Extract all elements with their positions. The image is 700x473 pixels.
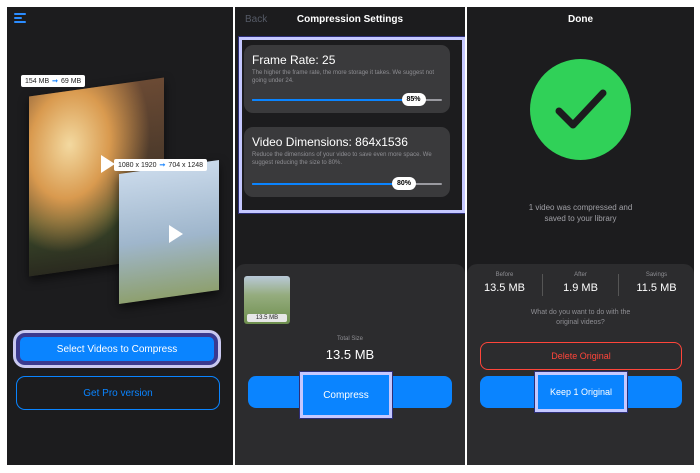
dimensions-card: Video Dimensions: 864x1536 Reduce the di…	[244, 127, 450, 197]
intro-screen: 154 MB ➞ 69 MB 1080 x 1920 ➞ 704 x 1248 …	[7, 7, 233, 465]
success-badge	[530, 59, 631, 160]
original-question: What do you want to do with the original…	[467, 308, 694, 328]
checkmark-icon	[555, 89, 606, 128]
dimension-before: 1080 x 1920	[118, 161, 157, 169]
total-size-value: 13.5 MB	[325, 347, 375, 362]
stat-label: Before	[495, 272, 514, 278]
done-screen: Done 1 video was compressed and saved to…	[467, 7, 694, 465]
page-title: Done	[568, 14, 593, 25]
compress-button[interactable]: Compress	[299, 371, 393, 419]
success-message: 1 video was compressed and saved to your…	[467, 202, 694, 224]
stat-savings: Savings 11.5 MB	[619, 272, 694, 300]
thumbnail-size: 13.5 MB	[247, 314, 287, 322]
stats-row: Before 13.5 MB After 1.9 MB Savings 11.5…	[467, 272, 694, 300]
total-size-label: Total Size	[336, 336, 363, 342]
frame-rate-desc: The higher the frame rate, the more stor…	[252, 70, 434, 84]
get-pro-button[interactable]: Get Pro version	[16, 376, 220, 410]
dimensions-title: Video Dimensions: 864x1536	[252, 135, 408, 149]
nav-bar: Back Compression Settings	[235, 12, 465, 30]
frame-rate-knob[interactable]: 85%	[401, 93, 426, 106]
frame-rate-slider[interactable]: 85%	[252, 93, 442, 106]
nav-bar: Done	[467, 12, 694, 30]
stat-label: Savings	[645, 272, 668, 278]
arrow-right-icon: ➞	[159, 162, 166, 169]
select-videos-button[interactable]: Select Videos to Compress	[13, 330, 221, 368]
dimensions-fill	[252, 183, 404, 185]
stat-label: After	[574, 272, 587, 278]
stat-value: 13.5 MB	[484, 282, 525, 294]
size-tag: 154 MB ➞ 69 MB	[21, 75, 86, 87]
stat-after: After 1.9 MB	[543, 272, 618, 300]
arrow-right-icon: ➞	[52, 78, 58, 85]
page-title: Compression Settings	[296, 14, 404, 25]
keep-button-bg[interactable]: Keep 1 Original	[480, 371, 682, 413]
frame-rate-title: Frame Rate: 25	[252, 53, 336, 67]
dimensions-knob[interactable]: 80%	[392, 177, 416, 190]
stat-value: 1.9 MB	[563, 282, 598, 294]
dimension-tag: 1080 x 1920 ➞ 704 x 1248	[114, 159, 208, 171]
menu-icon[interactable]	[14, 13, 28, 24]
success-message-line: 1 video was compressed and	[528, 203, 633, 212]
keep-original-button[interactable]: Keep 1 Original	[534, 371, 628, 413]
frame-rate-card: Frame Rate: 25 The higher the frame rate…	[244, 45, 450, 113]
size-before: 154 MB	[25, 77, 50, 85]
compression-settings-screen: Back Compression Settings Frame Rate: 25…	[235, 7, 465, 465]
video-thumbnail[interactable]: 13.5 MB	[244, 276, 290, 324]
summary-sheet: 13.5 MB Total Size 13.5 MB Compress	[235, 264, 465, 465]
delete-original-button[interactable]: Delete Original	[480, 342, 682, 370]
stat-value: 11.5 MB	[636, 282, 677, 294]
play-icon	[169, 225, 183, 243]
play-icon	[101, 155, 115, 173]
dimensions-desc: Reduce the dimensions of your video to s…	[252, 152, 432, 166]
results-sheet: Before 13.5 MB After 1.9 MB Savings 11.5…	[467, 264, 694, 465]
question-line: original videos?	[556, 319, 605, 326]
dimensions-slider[interactable]: 80%	[252, 177, 442, 190]
question-line: What do you want to do with the	[530, 309, 631, 316]
stat-before: Before 13.5 MB	[467, 272, 542, 300]
frame-rate-fill	[252, 99, 414, 101]
dimension-after: 704 x 1248	[168, 161, 204, 169]
size-after: 69 MB	[61, 77, 82, 85]
hero-illustration: 154 MB ➞ 69 MB 1080 x 1920 ➞ 704 x 1248	[19, 67, 229, 305]
success-message-line: saved to your library	[544, 214, 617, 223]
